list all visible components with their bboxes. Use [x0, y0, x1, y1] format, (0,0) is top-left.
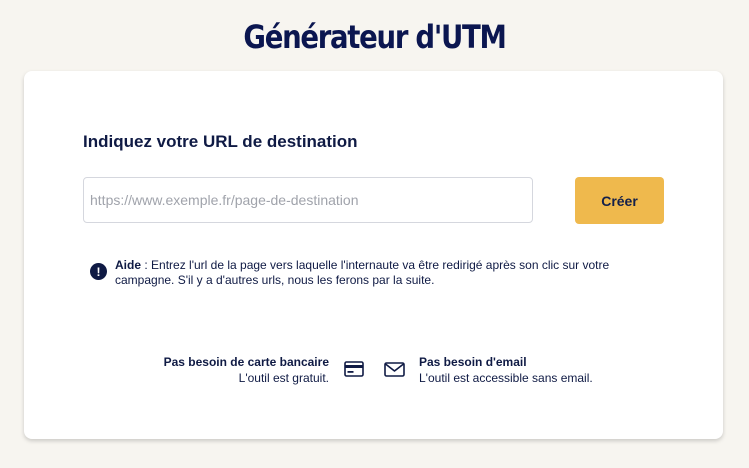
- feature-no-email: Pas besoin d'email L'outil est accessibl…: [419, 354, 593, 386]
- feature-email-description: L'outil est accessible sans email.: [419, 371, 593, 385]
- feature-no-credit-card: Pas besoin de carte bancaire L'outil est…: [164, 354, 329, 386]
- help-description: : Entrez l'url de la page vers laquelle …: [115, 258, 610, 287]
- help-label: Aide: [115, 258, 142, 272]
- help-note: ! Aide : Entrez l'url de la page vers la…: [90, 258, 650, 288]
- help-text: Aide : Entrez l'url de la page vers laqu…: [115, 258, 650, 288]
- create-button[interactable]: Créer: [575, 177, 664, 224]
- feature-card-description: L'outil est gratuit.: [238, 371, 329, 385]
- destination-url-heading: Indiquez votre URL de destination: [83, 132, 358, 151]
- feature-card-title: Pas besoin de carte bancaire: [163, 355, 329, 369]
- credit-card-icon: [344, 361, 364, 377]
- utm-form-card: Indiquez votre URL de destination Créer …: [24, 71, 723, 439]
- exclamation-icon: !: [90, 263, 107, 280]
- destination-url-input[interactable]: [83, 177, 533, 223]
- feature-email-title: Pas besoin d'email: [419, 355, 527, 369]
- page-title: Générateur d'UTM: [243, 18, 506, 56]
- envelope-icon: [384, 362, 405, 377]
